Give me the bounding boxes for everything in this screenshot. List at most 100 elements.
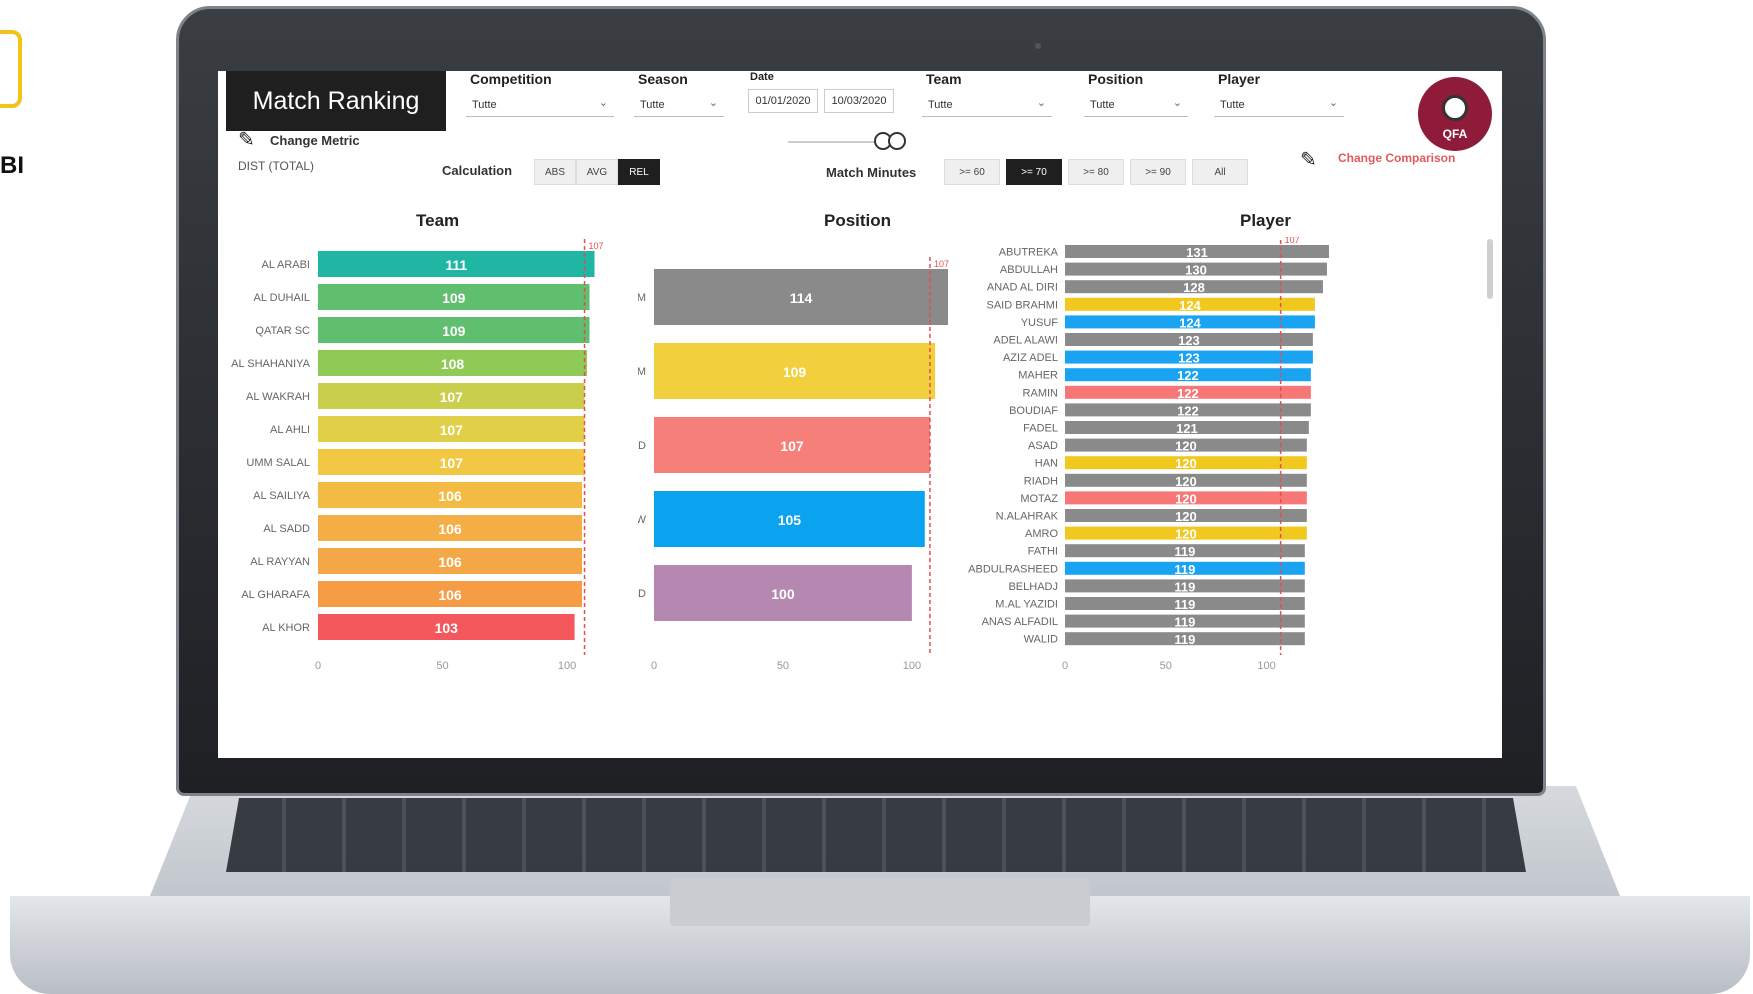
player-select[interactable]: Tutte ⌄ [1214,93,1344,117]
data-label: 107 [440,389,464,405]
reference-label: 107 [589,241,604,251]
change-comparison-button[interactable]: Change Comparison [1338,151,1455,165]
x-tick-label: 100 [1257,660,1275,672]
player-value: Tutte [1220,98,1245,111]
category-label: AL RAYYAN [250,556,310,568]
category-label: ABUTREKA [999,247,1059,259]
data-label: 128 [1183,280,1205,295]
category-label: QATAR SC [255,325,310,337]
data-label: 120 [1175,474,1197,489]
category-label: BOUDIAF [1009,405,1058,417]
category-label: M.AL YAZIDI [995,599,1058,611]
pencil-icon[interactable]: ✎ [238,127,255,152]
data-label: 109 [442,290,466,306]
x-tick-label: 100 [558,660,576,672]
data-label: 119 [1174,544,1195,559]
data-label: 119 [1174,579,1195,594]
date-end-input[interactable]: 10/03/2020 [824,89,894,113]
category-label: ANAS ALFADIL [982,616,1058,628]
minutes-all-button[interactable]: All [1192,159,1248,185]
report-screen: Match Ranking Competition Tutte ⌄ Season… [218,71,1502,758]
category-label: WALID [1024,634,1058,646]
date-start-input[interactable]: 01/01/2020 [748,89,818,113]
category-label: AZIZ ADEL [1003,352,1058,364]
category-label: MAHER [1018,370,1058,382]
category-label: MOTAZ [1020,493,1058,505]
x-tick-label: 50 [777,660,789,672]
data-label: 123 [1178,333,1200,348]
category-label: YUSUF [1021,317,1059,329]
x-tick-label: 50 [1160,660,1172,672]
data-label: 120 [1175,509,1197,524]
minutes-70-button[interactable]: >= 70 [1006,159,1062,185]
data-label: 131 [1186,245,1208,260]
position-value: Tutte [1090,98,1115,111]
change-metric-button[interactable]: Change Metric [270,133,360,148]
logo-text: QFA [1442,127,1468,141]
data-label: 123 [1178,351,1200,366]
data-label: 120 [1175,527,1197,542]
category-label: CD [638,588,646,600]
data-label: 103 [435,620,459,636]
data-label: 111 [445,257,467,273]
category-label: WM [638,366,646,378]
data-label: 122 [1177,386,1199,401]
category-label: FW [638,514,647,526]
category-label: AL SAILIYA [253,490,311,502]
team-value: Tutte [928,98,953,111]
calc-avg-button[interactable]: AVG [576,159,618,185]
date-label: Date [750,71,774,83]
calc-abs-button[interactable]: ABS [534,159,576,185]
competition-select[interactable]: Tutte ⌄ [466,93,614,117]
date-slider-end-handle[interactable] [888,132,906,150]
chevron-down-icon: ⌄ [708,97,718,109]
player-scrollbar[interactable] [1487,239,1493,299]
team-select[interactable]: Tutte ⌄ [922,93,1052,117]
calc-rel-button[interactable]: REL [618,159,660,185]
category-label: AL AHLI [270,424,310,436]
data-label: 106 [438,587,462,603]
category-label: UMM SALAL [246,457,310,469]
season-select[interactable]: Tutte ⌄ [634,93,724,117]
data-label: 109 [783,364,807,380]
minutes-90-button[interactable]: >= 90 [1130,159,1186,185]
team-chart-title: Team [416,211,460,230]
corner-tab-decoration [0,30,22,108]
category-label: BELHADJ [1008,581,1058,593]
competition-label: Competition [470,71,552,87]
x-tick-label: 50 [436,660,448,672]
position-chart-title: Position [824,211,892,230]
category-label: WD [638,440,646,452]
data-label: 107 [440,455,464,471]
position-select[interactable]: Tutte ⌄ [1084,93,1188,117]
category-label: AL KHOR [262,622,310,634]
team-bar-chart: AL ARABI 111 AL DUHAIL 109 QATAR SC 109 AL SHA… [231,239,604,672]
webcam-icon [1035,43,1041,49]
data-label: 100 [771,586,795,602]
data-label: 119 [1174,562,1195,577]
chevron-down-icon: ⌄ [1172,97,1182,109]
category-label: FATHI [1028,546,1058,558]
category-label: AL SADD [263,523,310,535]
pencil-icon[interactable]: ✎ [1300,147,1317,172]
category-label: RAMIN [1023,387,1059,399]
chevron-down-icon: ⌄ [598,97,608,109]
category-label: ANAD AL DIRI [987,282,1058,294]
player-chart-body: ABUTREKA 131 ABDULLAH 130 ANAD AL DIRI 128 SAI… [968,237,1329,672]
data-label: 119 [1174,597,1195,612]
category-label: ASAD [1028,440,1058,452]
season-value: Tutte [640,98,665,111]
category-label: N.ALAHRAK [996,511,1059,523]
chevron-down-icon: ⌄ [1328,97,1338,109]
data-label: 119 [1174,632,1195,647]
calculation-label: Calculation [442,163,513,178]
category-label: AL SHAHANIYA [231,358,311,370]
category-label: AL DUHAIL [254,292,310,304]
player-bar-chart: ABUTREKA 131 ABDULLAH 130 ANAD AL DIRI 128 SAI… [968,237,1329,672]
x-tick-label: 100 [903,660,921,672]
data-label: 120 [1175,491,1197,506]
minutes-60-button[interactable]: >= 60 [944,159,1000,185]
category-label: SAID BRAHMI [986,299,1058,311]
match-minutes-label: Match Minutes [826,165,917,180]
minutes-80-button[interactable]: >= 80 [1068,159,1124,185]
